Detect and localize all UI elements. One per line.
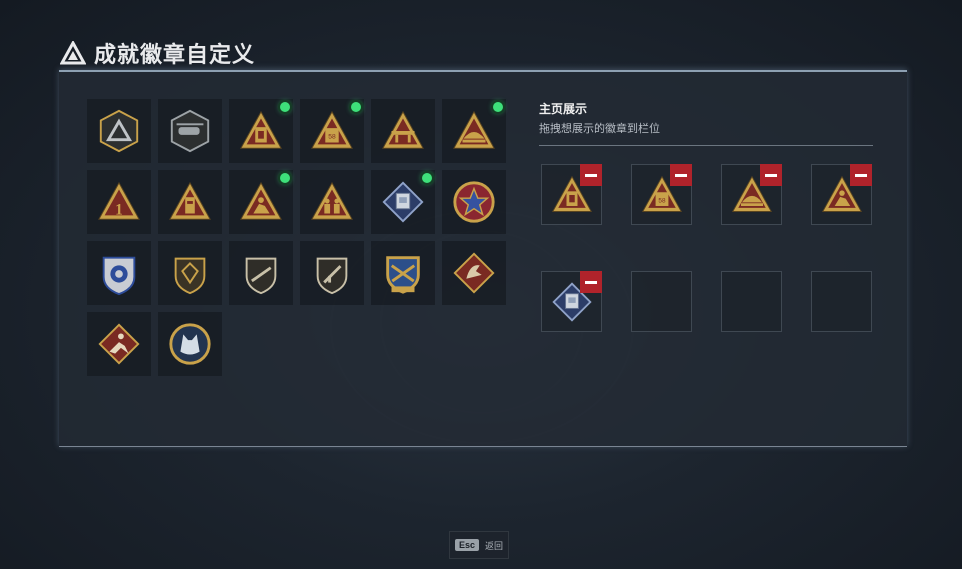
diamond-gem-icon [380,179,426,225]
svg-text:1: 1 [115,201,123,218]
badge-slot[interactable] [442,241,506,305]
badge-slot[interactable] [87,241,151,305]
display-slot[interactable] [721,164,782,225]
badge-grid: 58 1 [87,99,506,376]
triangle-number-1-icon: 1 [96,179,142,225]
star-emblem-icon [451,179,497,225]
empty-display-slot[interactable] [721,271,782,332]
shield-rifle-icon [238,250,284,296]
badge-slot[interactable] [371,170,435,234]
display-slot[interactable] [541,271,602,332]
triangle-logo-icon [60,41,86,65]
display-slot[interactable]: 58 [631,164,692,225]
display-slot-grid: 58 [541,164,872,332]
badge-slot[interactable] [158,170,222,234]
badge-slot[interactable] [229,241,293,305]
badge-slot[interactable] [87,312,151,376]
svg-text:58: 58 [658,197,666,204]
round-wolf-icon [167,321,213,367]
minus-icon [855,173,867,177]
back-label: 返回 [485,541,504,552]
section-title: 主页展示 [539,102,588,116]
triangle-bridge-icon [380,108,426,154]
badge-slot[interactable] [300,241,364,305]
badge-slot[interactable] [442,170,506,234]
triangle-tower-icon [167,179,213,225]
new-indicator-dot [422,173,432,183]
diamond-dragon-icon [451,250,497,296]
remove-badge-button[interactable] [580,164,602,186]
shield-gem-icon [167,250,213,296]
display-slot[interactable] [541,164,602,225]
badge-slot[interactable] [87,99,151,163]
triangle-door-icon [238,108,284,154]
badge-slot[interactable] [158,99,222,163]
display-slot[interactable] [811,164,872,225]
minus-icon [675,173,687,177]
badge-slot[interactable]: 1 [87,170,151,234]
back-button[interactable]: Esc 返回 [449,531,509,559]
hex-shield-helicopter-icon [167,108,213,154]
remove-badge-button[interactable] [580,271,602,293]
triangle-soldiers-icon [309,179,355,225]
empty-display-slot[interactable] [811,271,872,332]
triangle-climber-icon [238,179,284,225]
esc-key-icon: Esc [454,539,479,551]
minus-icon [585,173,597,177]
empty-display-slot[interactable] [631,271,692,332]
badge-slot[interactable] [158,312,222,376]
page-header: 成就徽章自定义 [60,38,255,68]
badge-slot[interactable] [371,99,435,163]
badge-slot[interactable] [229,170,293,234]
badge-customize-panel: 58 1 主页展示 拖拽想展示的徽章到栏位 58 [59,70,907,447]
homepage-display-section: 主页展示 拖拽想展示的徽章到栏位 58 [539,100,873,332]
remove-badge-button[interactable] [850,164,872,186]
minus-icon [765,173,777,177]
badge-slot[interactable]: 58 [300,99,364,163]
hex-shield-triangle-icon [96,108,142,154]
new-indicator-dot [280,173,290,183]
svg-text:58: 58 [328,134,336,141]
divider [539,145,873,146]
badge-slot[interactable] [442,99,506,163]
police-shield-icon [96,250,142,296]
badge-slot[interactable] [158,241,222,305]
page-title: 成就徽章自定义 [94,43,256,68]
triangle-boat-icon [451,108,497,154]
new-indicator-dot [493,102,503,112]
section-subtitle: 拖拽想展示的徽章到栏位 [539,122,660,135]
badge-slot[interactable] [229,99,293,163]
diamond-runner-icon [96,321,142,367]
badge-slot[interactable] [300,170,364,234]
shield-crossed-rifles-icon [380,250,426,296]
badge-slot[interactable] [371,241,435,305]
new-indicator-dot [280,102,290,112]
remove-badge-button[interactable] [670,164,692,186]
minus-icon [585,280,597,284]
new-indicator-dot [351,102,361,112]
remove-badge-button[interactable] [760,164,782,186]
triangle-door-58-icon: 58 [309,108,355,154]
shield-rifle-2-icon [309,250,355,296]
